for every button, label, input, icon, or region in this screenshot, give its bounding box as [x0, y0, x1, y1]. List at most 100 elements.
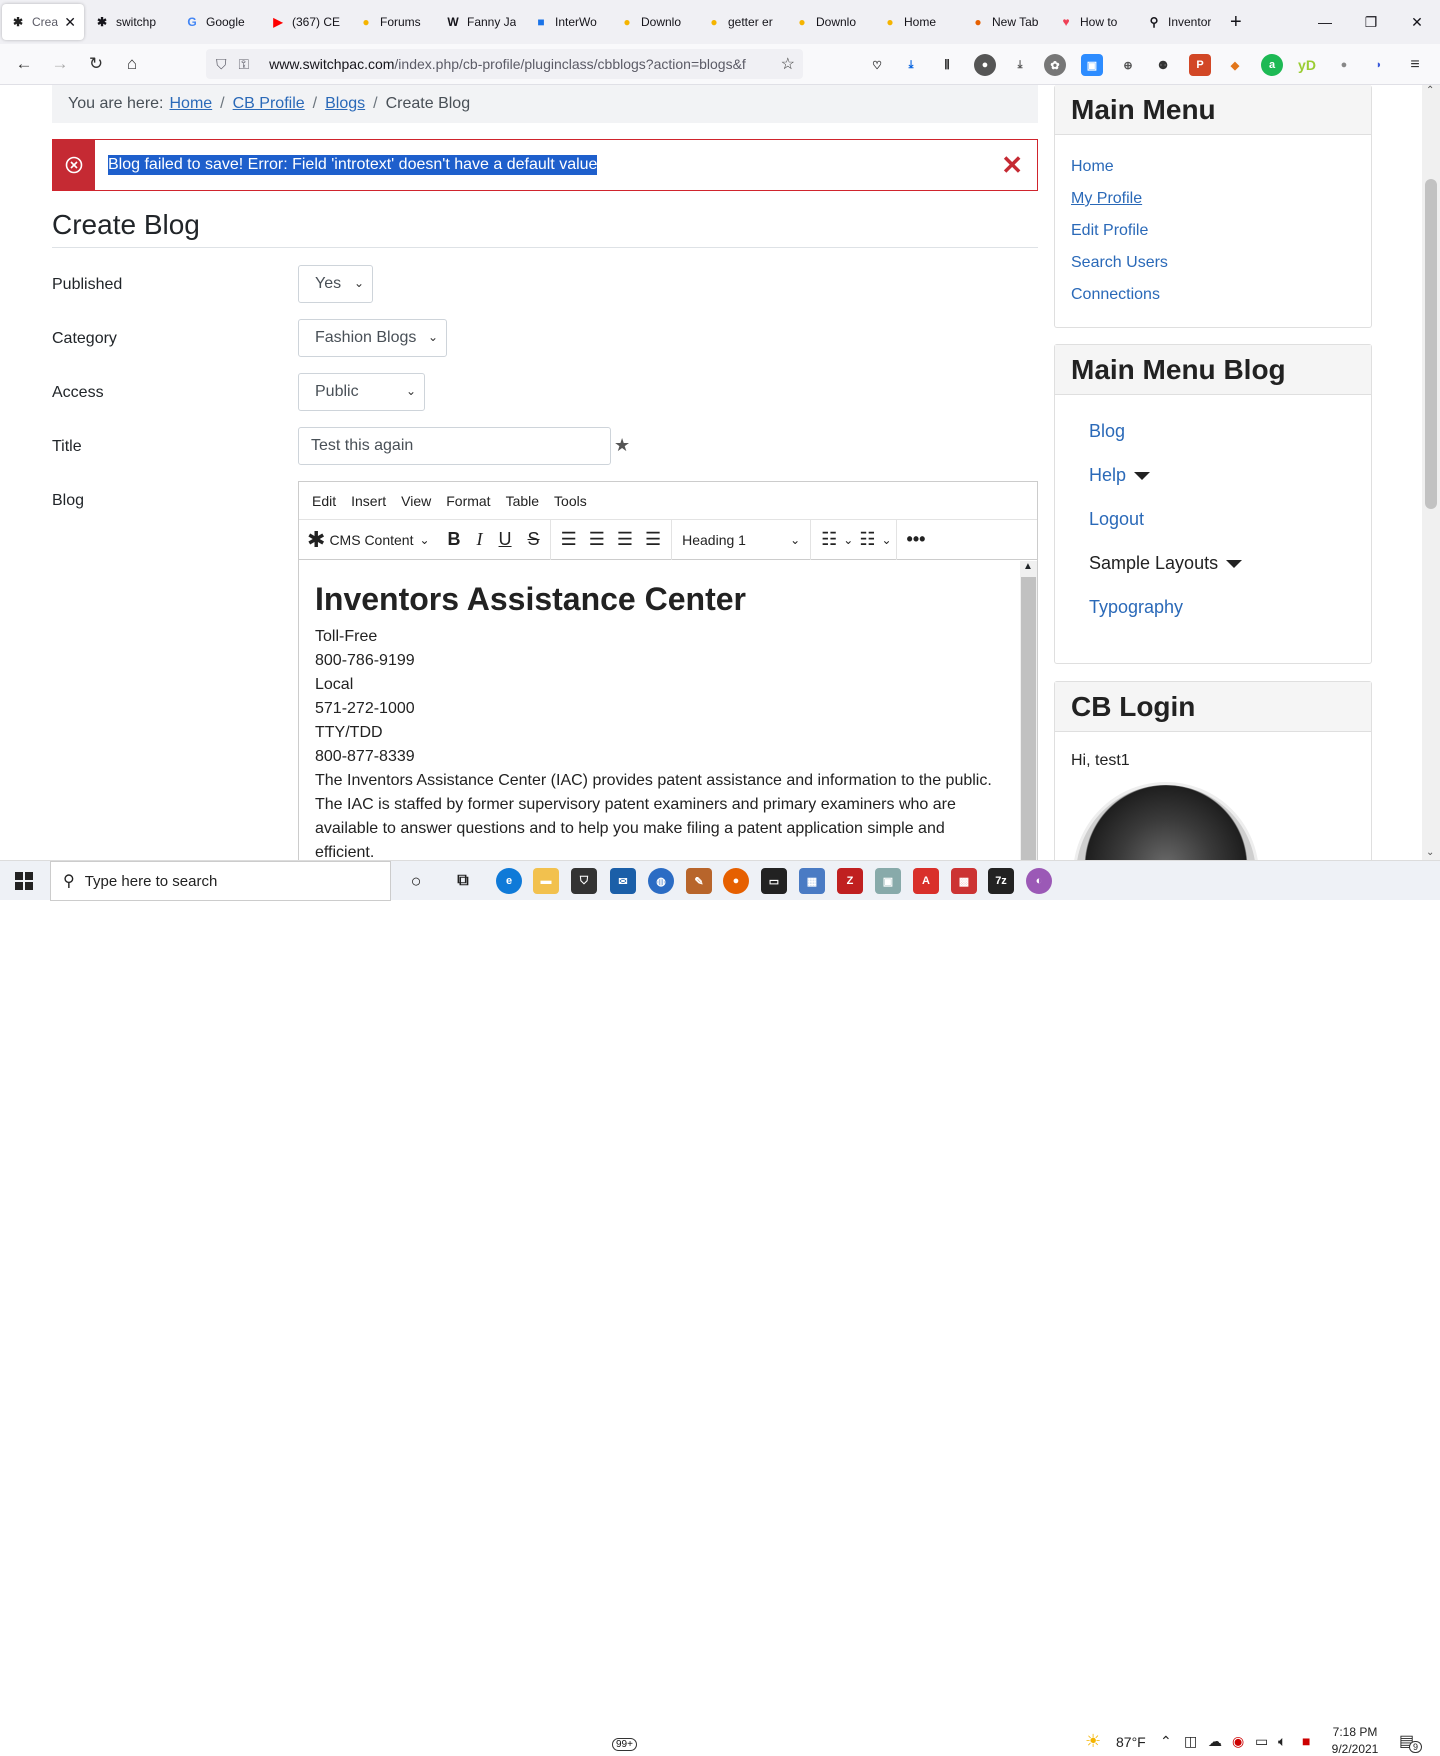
menu-item-logout[interactable]: Logout — [1055, 497, 1371, 541]
pocket-save-icon[interactable]: ♡ — [866, 54, 888, 76]
acrobat-icon[interactable]: A — [913, 868, 939, 894]
download-extension-icon[interactable]: ⤓ — [1009, 54, 1031, 76]
breadcrumb-blogs-link[interactable]: Blogs — [325, 95, 365, 113]
star-icon[interactable]: ★ — [614, 435, 630, 456]
editor-menu-edit[interactable]: Edit — [312, 493, 336, 509]
extension-icon[interactable]: ✿ — [1044, 54, 1066, 76]
menu-item-home[interactable]: Home — [1055, 151, 1371, 183]
menu-icon[interactable]: ≡ — [1404, 54, 1426, 76]
restore-icon[interactable]: ❐ — [1348, 0, 1394, 44]
extension-icon[interactable]: ◗ — [1368, 54, 1390, 76]
numbered-list-icon[interactable]: ☷ — [853, 523, 881, 557]
clock-date[interactable]: 9/2/2021 — [1330, 1742, 1380, 1756]
breadcrumb-cb-profile-link[interactable]: CB Profile — [233, 95, 305, 113]
breadcrumb-home-link[interactable]: Home — [169, 95, 212, 113]
editor-scrollbar[interactable]: ▲ — [1020, 561, 1037, 860]
extension-icon[interactable]: ⚉ — [1152, 54, 1174, 76]
tray-app-icon[interactable]: ◫ — [1184, 1733, 1197, 1750]
shield-icon[interactable]: ⛉ — [216, 56, 227, 73]
underline-icon[interactable]: U — [493, 523, 518, 557]
weather-icon[interactable]: ☀ — [1085, 1731, 1101, 1752]
terminal-icon[interactable]: ▭ — [761, 868, 787, 894]
windows-start-icon[interactable] — [15, 872, 33, 890]
weather-temperature[interactable]: 87°F — [1116, 1734, 1146, 1750]
avatar[interactable] — [1073, 782, 1259, 860]
lock-warning-icon[interactable]: ⚿ — [239, 56, 250, 73]
tab[interactable]: ■ InterWo — [525, 4, 611, 40]
tray-app-icon[interactable]: ◉ — [1232, 1733, 1244, 1750]
pdf-extension-icon[interactable]: P — [1189, 54, 1211, 76]
taskbar-search-box[interactable]: ⚲ Type here to search — [50, 861, 391, 901]
menu-item-blog[interactable]: Blog — [1055, 409, 1371, 453]
italic-icon[interactable]: I — [471, 523, 489, 557]
tab[interactable]: ● Downlo — [611, 4, 698, 40]
back-icon[interactable]: ← — [6, 48, 42, 80]
scroll-up-icon[interactable]: ⌃ — [1426, 85, 1434, 96]
tab[interactable]: ● Home — [874, 4, 962, 40]
tray-chevron-icon[interactable]: ⌃ — [1160, 1733, 1172, 1750]
page-scrollbar[interactable]: ⌃ ⌄ — [1422, 85, 1440, 860]
file-explorer-icon[interactable]: ▬ — [533, 868, 559, 894]
close-tab-icon[interactable]: ✕ — [64, 14, 76, 31]
chevron-down-icon[interactable]: ⌄ — [843, 533, 853, 547]
home-icon[interactable]: ⌂ — [114, 48, 150, 80]
strikethrough-icon[interactable]: S — [522, 523, 546, 557]
editor-menu-table[interactable]: Table — [506, 493, 539, 509]
tab[interactable]: ● Downlo — [786, 4, 874, 40]
tab[interactable]: ● Forums — [350, 4, 437, 40]
extension-icon[interactable]: a — [1261, 54, 1283, 76]
published-select[interactable]: Yes ⌄ — [298, 265, 373, 303]
category-select[interactable]: Fashion Blogs ⌄ — [298, 319, 447, 357]
menu-item-connections[interactable]: Connections — [1055, 279, 1371, 311]
align-justify-icon[interactable]: ☰ — [639, 523, 667, 557]
menu-item-typography[interactable]: Typography — [1055, 585, 1371, 629]
filezilla-icon[interactable]: Z — [837, 868, 863, 894]
url-bar[interactable]: ⛉ ⚿ www.switchpac.com/index.php/cb-profi… — [206, 49, 803, 79]
bold-icon[interactable]: B — [442, 523, 467, 557]
block-format-select[interactable]: Heading 1 ⌄ — [676, 523, 806, 557]
chevron-down-icon[interactable]: ⌄ — [881, 533, 891, 547]
tab[interactable]: ● New Tab — [962, 4, 1050, 40]
editor-menu-view[interactable]: View — [401, 493, 431, 509]
volume-icon[interactable]: 🔈︎ — [1278, 1733, 1286, 1750]
bullet-list-icon[interactable]: ☷ — [815, 523, 843, 557]
onedrive-icon[interactable]: ☁ — [1208, 1733, 1222, 1750]
github-icon[interactable]: ● — [1333, 54, 1355, 76]
tray-app-icon[interactable]: ■ — [1302, 1733, 1310, 1749]
menu-item-help[interactable]: Help — [1055, 453, 1371, 497]
downloads-icon[interactable]: ⤓ — [900, 54, 922, 76]
cms-content-button[interactable]: ✱ CMS Content ⌄ — [299, 523, 436, 557]
menu-item-edit-profile[interactable]: Edit Profile — [1055, 215, 1371, 247]
metamask-icon[interactable]: ◆ — [1224, 54, 1246, 76]
title-input[interactable]: Test this again — [298, 427, 611, 465]
forward-icon[interactable]: → — [42, 48, 78, 80]
editor-menu-format[interactable]: Format — [446, 493, 490, 509]
calculator-icon[interactable]: ▦ — [799, 868, 825, 894]
close-window-icon[interactable]: ✕ — [1394, 0, 1440, 44]
video-download-icon[interactable]: ⊕ — [1117, 54, 1139, 76]
tab[interactable]: ✱ switchp — [86, 4, 176, 40]
app-icon[interactable]: ✎ — [686, 868, 712, 894]
tab[interactable]: W Fanny Ja — [437, 4, 525, 40]
globe-icon[interactable]: ◍ — [648, 868, 674, 894]
align-center-icon[interactable]: ☰ — [583, 523, 611, 557]
task-view-icon[interactable]: ⧉ — [450, 868, 476, 894]
mail-icon[interactable]: ✉ — [610, 868, 636, 894]
cortana-icon[interactable]: ○ — [403, 868, 429, 894]
align-right-icon[interactable]: ☰ — [611, 523, 639, 557]
library-icon[interactable]: ⫼ — [936, 54, 958, 76]
tab[interactable]: ▶ (367) CE — [262, 4, 350, 40]
menu-item-search-users[interactable]: Search Users — [1055, 247, 1371, 279]
more-options-icon[interactable]: ••• — [901, 523, 932, 557]
rich-text-editor[interactable]: Edit Insert View Format Table Tools ✱ CM… — [298, 481, 1038, 860]
editor-menu-tools[interactable]: Tools — [554, 493, 587, 509]
store-icon[interactable]: ⛉ — [571, 868, 597, 894]
align-left-icon[interactable]: ☰ — [555, 523, 583, 557]
reload-icon[interactable]: ↻ — [78, 48, 114, 80]
alert-close-button[interactable]: ✕ — [1001, 150, 1023, 181]
menu-item-sample-layouts[interactable]: Sample Layouts — [1055, 541, 1371, 585]
tab-active[interactable]: ✱ Creat ✕ — [2, 4, 84, 40]
edge-icon[interactable]: e — [496, 868, 522, 894]
app-icon[interactable]: ◐ — [1026, 868, 1052, 894]
page-scroll-thumb[interactable] — [1425, 179, 1437, 509]
